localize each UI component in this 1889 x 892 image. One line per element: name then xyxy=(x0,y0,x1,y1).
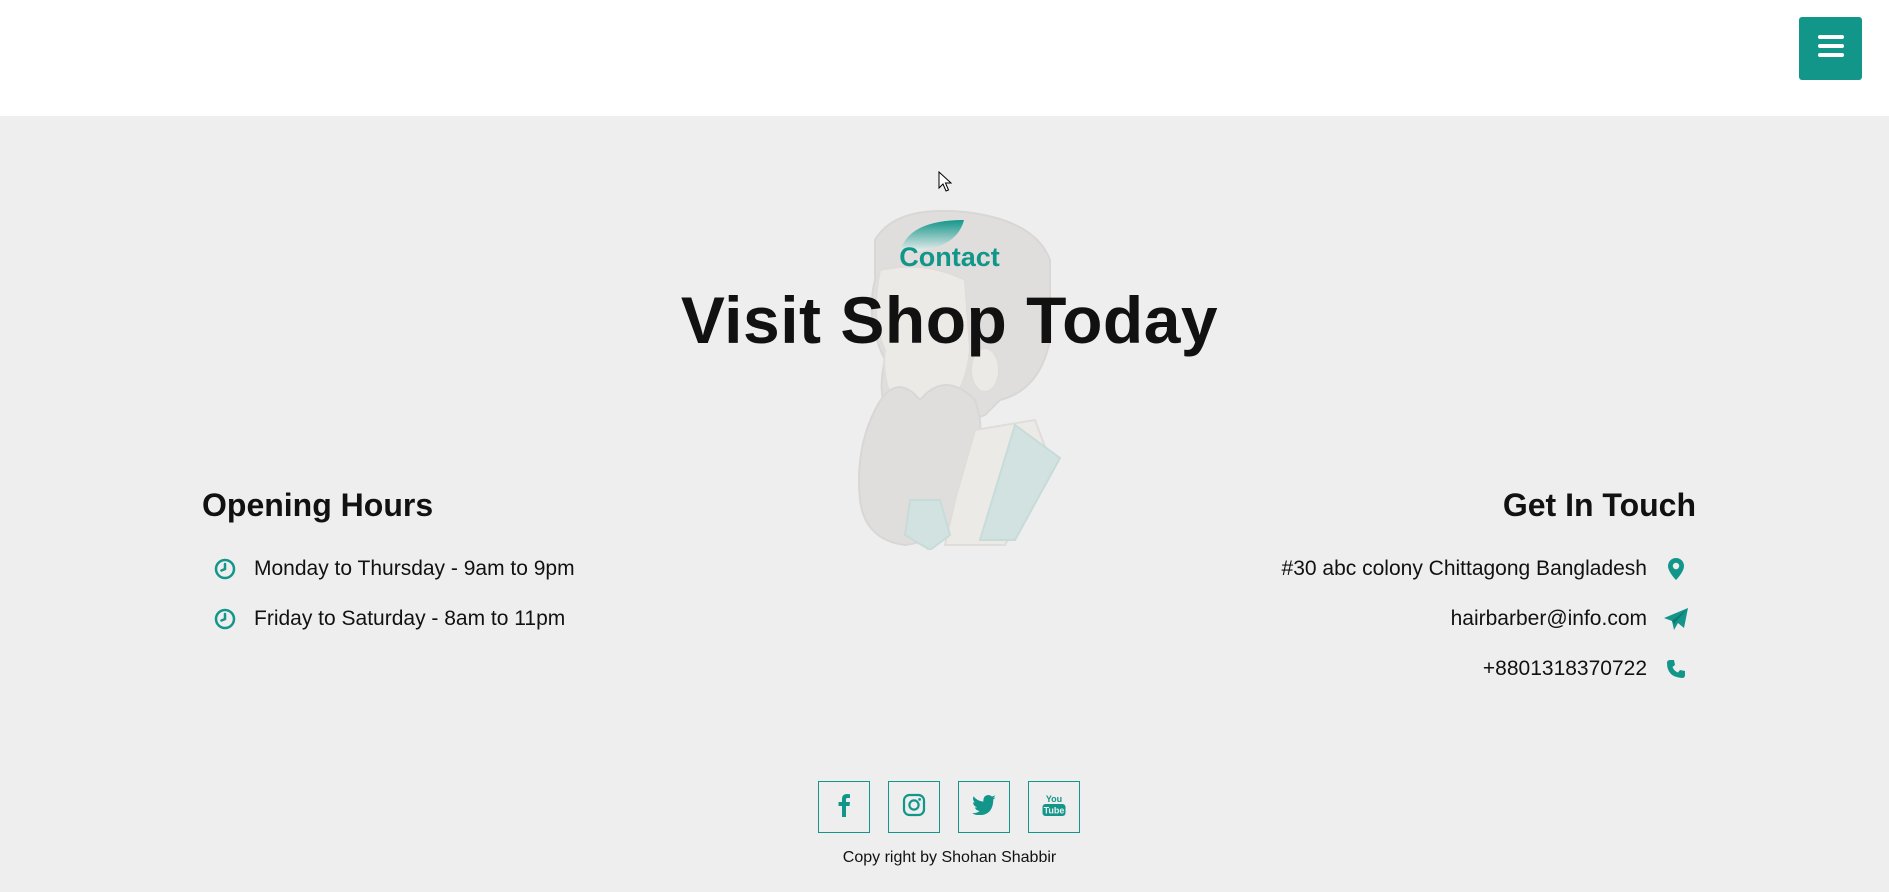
top-bar xyxy=(0,0,1889,116)
address-text: #30 abc colony Chittagong Bangladesh xyxy=(1281,557,1647,580)
youtube-button[interactable]: You Tube xyxy=(1028,781,1080,833)
hours-text: Friday to Saturday - 8am to 11pm xyxy=(254,607,566,630)
hours-item: Monday to Thursday - 9am to 9pm xyxy=(212,556,575,582)
facebook-icon xyxy=(837,793,851,822)
mouse-cursor-icon xyxy=(938,171,953,192)
paper-plane-icon xyxy=(1663,606,1689,632)
phone-icon xyxy=(1663,656,1689,682)
twitter-icon xyxy=(972,794,996,820)
clock-icon xyxy=(212,606,238,632)
clock-icon xyxy=(212,556,238,582)
email-text[interactable]: hairbarber@info.com xyxy=(1451,607,1647,631)
map-marker-icon xyxy=(1663,556,1689,582)
phone-text[interactable]: +8801318370722 xyxy=(1483,657,1647,681)
hours-item: Friday to Saturday - 8am to 11pm xyxy=(212,606,565,632)
youtube-icon: You Tube xyxy=(1041,792,1067,823)
email-item: hairbarber@info.com xyxy=(1451,606,1689,632)
opening-hours-title: Opening Hours xyxy=(202,487,434,523)
section-eyebrow: Contact xyxy=(899,242,1000,272)
svg-text:Tube: Tube xyxy=(1044,805,1065,815)
facebook-button[interactable] xyxy=(818,781,870,833)
hours-text: Monday to Thursday - 9am to 9pm xyxy=(254,557,575,580)
instagram-icon xyxy=(902,793,926,822)
page-title: Visit Shop Today xyxy=(680,283,1219,357)
menu-button[interactable] xyxy=(1799,17,1862,80)
address-item: #30 abc colony Chittagong Bangladesh xyxy=(1282,556,1689,582)
copyright-text: Copy right by Shohan Shabbir xyxy=(842,849,1057,866)
hamburger-icon xyxy=(1817,33,1844,64)
get-in-touch-title: Get In Touch xyxy=(1502,487,1696,523)
instagram-button[interactable] xyxy=(888,781,940,833)
svg-text:You: You xyxy=(1046,794,1062,804)
phone-item: +8801318370722 xyxy=(1483,656,1689,682)
twitter-button[interactable] xyxy=(958,781,1010,833)
